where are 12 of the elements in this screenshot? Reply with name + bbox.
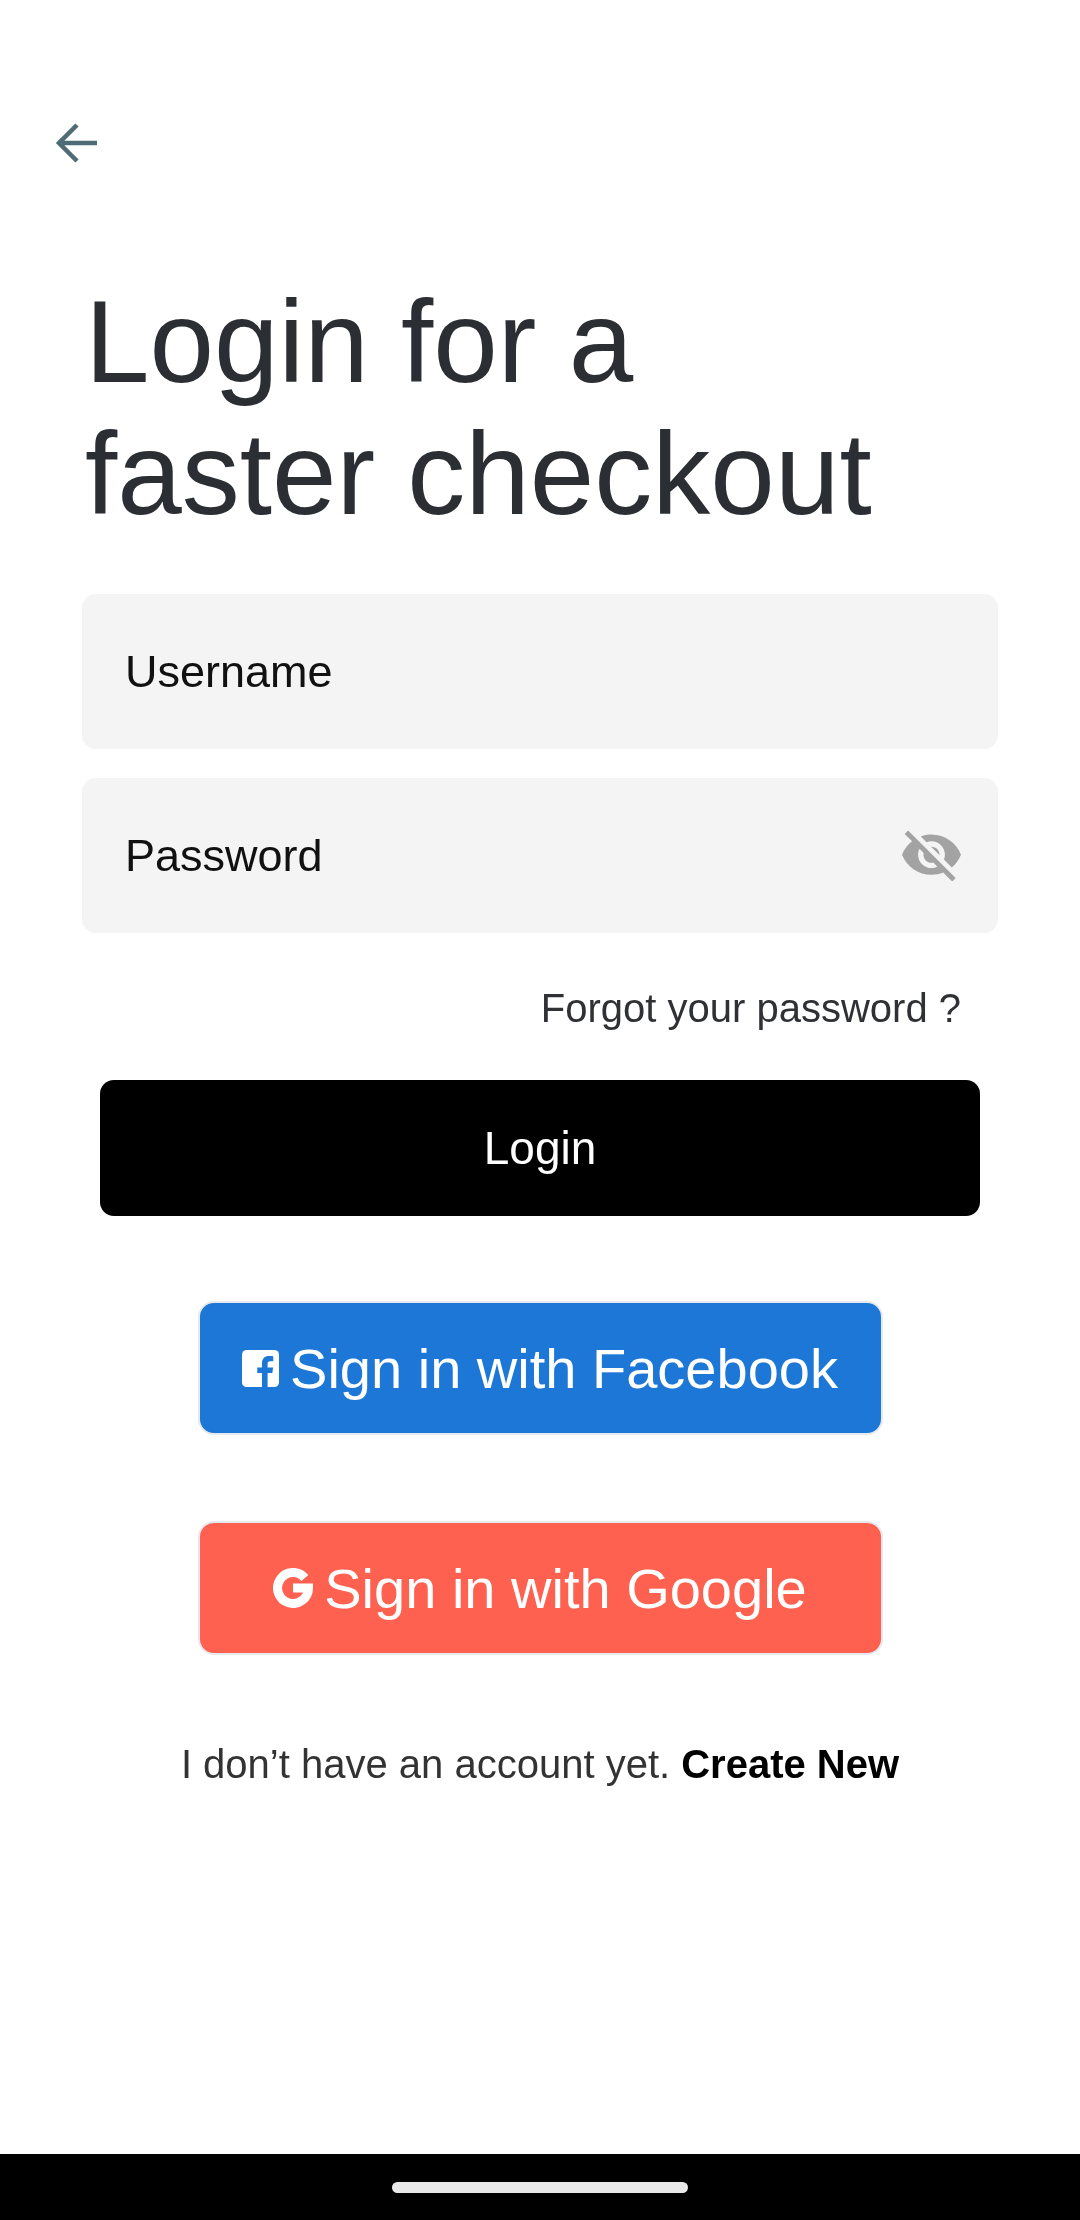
home-indicator[interactable] (392, 2181, 688, 2193)
back-arrow-icon[interactable] (55, 122, 99, 164)
facebook-sign-in-button[interactable]: Sign in with Facebook (197, 1301, 883, 1435)
facebook-icon (242, 1349, 280, 1387)
google-icon (273, 1568, 314, 1608)
username-field[interactable]: Username (82, 594, 998, 749)
signup-prompt: I don’t have an account yet. Create New (179, 1741, 901, 1788)
create-new-link[interactable]: Create New (681, 1742, 900, 1786)
login-button[interactable]: Login (100, 1080, 980, 1216)
password-field[interactable]: Password (82, 778, 998, 933)
page-title: Login for a faster checkout (85, 276, 873, 540)
forgot-password-link[interactable]: Forgot your password ? (540, 984, 961, 1032)
